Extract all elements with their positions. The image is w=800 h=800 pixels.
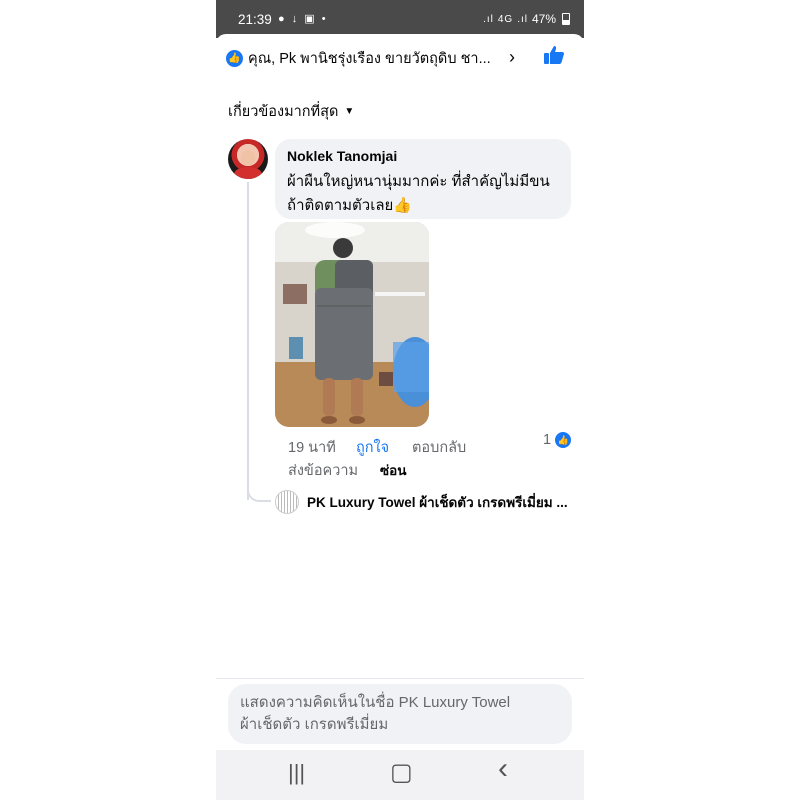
network-type: 4G (497, 13, 514, 25)
reactions-summary: คุณ, Pk พานิชรุ่งเรือง ขายวัตถุดิบ ชา... (248, 50, 491, 67)
comment-time: 19 นาที (288, 440, 336, 456)
comment-input-placeholder: แสดงความคิดเห็นในชื่อ PK Luxury Towel ผ้… (240, 694, 511, 733)
reply-link[interactable]: ตอบกลับ (412, 436, 466, 459)
comments-sheet: 👍 คุณ, Pk พานิชรุ่งเรือง ขายวัตถุดิบ ชา.… (216, 34, 584, 750)
avatar-shirt (234, 167, 262, 179)
back-icon[interactable]: ‹ (498, 752, 508, 786)
status-time: 21:39 (238, 12, 272, 27)
chevron-down-icon: ▼ (344, 106, 355, 117)
comment-author[interactable]: Noklek Tanomjai (287, 148, 397, 164)
sort-filter[interactable]: เกี่ยวข้องมากที่สุด ▼ (228, 100, 354, 123)
reaction-count[interactable]: 1 👍 (543, 432, 572, 448)
photo-illustration (275, 222, 429, 427)
phone-screen: 21:39 ● ↓ ▣ • .ıl 4G .ıl 47% 👍 คุณ, Pk พ… (216, 0, 584, 800)
reply-preview[interactable]: PK Luxury Towel ผ้าเช็ดตัว เกรดพรีเมี่ยม… (275, 490, 575, 514)
page-avatar (275, 490, 299, 514)
notification-icons: ● ↓ ▣ • (278, 13, 328, 25)
reaction-count-number: 1 (543, 432, 552, 448)
thread-line (247, 182, 249, 500)
hide-link[interactable]: ซ่อน (380, 459, 407, 481)
avatar-face (241, 150, 255, 166)
reply-preview-text: PK Luxury Towel ผ้าเช็ดตัว เกรดพรีเมี่ยม… (307, 495, 568, 510)
like-reaction-icon: 👍 (555, 432, 572, 448)
signal-icon-2: .ıl (517, 13, 528, 25)
comment-input[interactable]: แสดงความคิดเห็นในชื่อ PK Luxury Towel ผ้… (228, 684, 572, 744)
sort-filter-label: เกี่ยวข้องมากที่สุด (228, 104, 339, 120)
avatar[interactable] (228, 139, 268, 179)
system-icons: .ıl 4G .ıl 47% (483, 12, 570, 26)
status-bar: 21:39 ● ↓ ▣ • .ıl 4G .ıl 47% (216, 0, 584, 38)
like-reaction-icon: 👍 (226, 49, 243, 67)
like-link[interactable]: ถูกใจ (356, 436, 389, 459)
home-icon[interactable]: ▢ (390, 758, 413, 787)
comment-text: ผ้าผืนใหญ่หนานุ่มมากค่ะ ที่สำคัญไม่มีขนถ… (287, 173, 550, 214)
divider (216, 678, 584, 679)
chevron-right-icon: › (509, 47, 515, 67)
comment-bubble[interactable]: Noklek Tanomjai ผ้าผืนใหญ่หนานุ่มมากค่ะ … (275, 139, 571, 219)
battery-level: 47% (531, 12, 556, 26)
comment-photo[interactable] (275, 222, 429, 427)
android-nav-bar: ||| ▢ ‹ (216, 750, 584, 800)
battery-icon (562, 13, 570, 25)
thread-connector (247, 482, 271, 502)
signal-icon: .ıl (483, 13, 494, 25)
recents-icon[interactable]: ||| (288, 760, 305, 786)
reactions-header[interactable]: 👍 คุณ, Pk พานิชรุ่งเรือง ขายวัตถุดิบ ชา.… (226, 46, 574, 70)
like-thumb-icon[interactable] (542, 43, 566, 67)
send-message-link[interactable]: ส่งข้อความ (288, 459, 358, 482)
